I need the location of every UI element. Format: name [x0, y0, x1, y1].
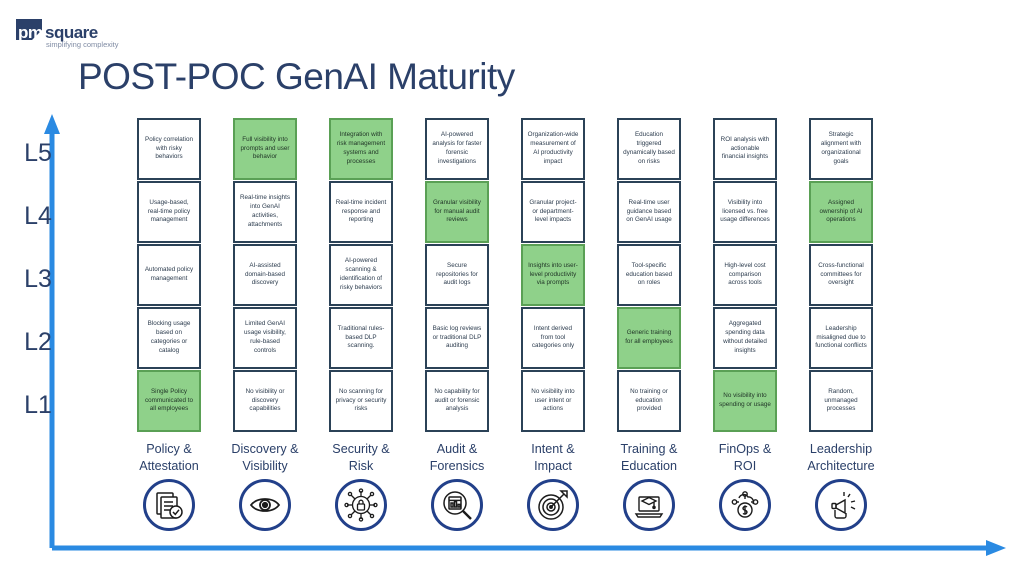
eye-icon	[239, 479, 291, 531]
maturity-cell-l2-col2[interactable]: Limited GenAI usage visibility, rule-bas…	[233, 307, 297, 369]
column-header-line2: Architecture	[807, 458, 875, 473]
maturity-cell-text: Traditional rules-based DLP scanning.	[337, 324, 385, 350]
maturity-cell-text: Intent derived from tool categories only	[531, 324, 575, 350]
maturity-cell-l2-col8[interactable]: Leadership misaligned due to functional …	[809, 307, 873, 369]
maturity-cell-l4-col3[interactable]: Real-time incident response and reportin…	[329, 181, 393, 243]
maturity-cell-text: Insights into user-level productivity vi…	[528, 261, 578, 287]
maturity-cell-text: Basic log reviews or traditional DLP aud…	[432, 324, 482, 350]
document-check-icon	[143, 479, 195, 531]
maturity-cell-text: ROI analysis with actionable financial i…	[720, 135, 770, 161]
maturity-cell-l3-col8[interactable]: Cross-functional committees for oversigh…	[809, 244, 873, 306]
maturity-cell-text: Full visibility into prompts and user be…	[240, 135, 290, 161]
maturity-cell-text: Integration with risk management systems…	[336, 131, 386, 165]
maturity-cell-l5-col6[interactable]: Education triggered dynamically based on…	[617, 118, 681, 180]
maturity-cell-l2-col5[interactable]: Intent derived from tool categories only	[521, 307, 585, 369]
maturity-cell-l1-col8[interactable]: Random, unmanaged processes	[809, 370, 873, 432]
maturity-cell-text: Granular visibility for manual audit rev…	[433, 198, 481, 224]
maturity-cell-text: Limited GenAI usage visibility, rule-bas…	[244, 320, 286, 354]
maturity-cell-l1-col5[interactable]: No visibility into user intent or action…	[521, 370, 585, 432]
lock-network-icon	[335, 479, 387, 531]
maturity-cell-text: Real-time incident response and reportin…	[335, 198, 387, 224]
maturity-cell-l4-col5[interactable]: Granular project- or department-level im…	[521, 181, 585, 243]
maturity-cell-text: No capability for audit or forensic anal…	[434, 387, 480, 413]
maturity-cell-l1-col7[interactable]: No visibility into spending or usage	[713, 370, 777, 432]
maturity-cell-l5-col1[interactable]: Policy correlation with risky behaviors	[137, 118, 201, 180]
maturity-cell-l3-col5[interactable]: Insights into user-level productivity vi…	[521, 244, 585, 306]
maturity-cell-text: No training or education provided	[630, 387, 668, 413]
maturity-cell-l2-col4[interactable]: Basic log reviews or traditional DLP aud…	[425, 307, 489, 369]
maturity-cell-text: Policy correlation with risky behaviors	[145, 135, 193, 161]
magnifier-report-icon	[431, 479, 483, 531]
maturity-cell-text: Strategic alignment with organizational …	[820, 131, 862, 165]
maturity-cell-text: No visibility into spending or usage	[719, 392, 771, 408]
maturity-cell-l4-col1[interactable]: Usage-based, real-time policy management	[137, 181, 201, 243]
maturity-cell-l4-col6[interactable]: Real-time user guidance based on GenAI u…	[617, 181, 681, 243]
maturity-cell-l2-col3[interactable]: Traditional rules-based DLP scanning.	[329, 307, 393, 369]
maturity-cell-l5-col3[interactable]: Integration with risk management systems…	[329, 118, 393, 180]
maturity-cell-text: Granular project- or department-level im…	[529, 198, 577, 224]
maturity-cell-l2-col1[interactable]: Blocking usage based on categories or ca…	[137, 307, 201, 369]
laptop-graduation-icon	[623, 479, 675, 531]
maturity-cell-text: AI-assisted domain-based discovery	[245, 261, 285, 287]
maturity-cell-l3-col1[interactable]: Automated policy management	[137, 244, 201, 306]
maturity-cell-l5-col8[interactable]: Strategic alignment with organizational …	[809, 118, 873, 180]
maturity-cell-text: Leadership misaligned due to functional …	[815, 324, 867, 350]
maturity-cell-l1-col2[interactable]: No visibility or discovery capabilities	[233, 370, 297, 432]
maturity-cell-text: Secure repositories for audit logs	[436, 261, 478, 287]
maturity-cell-text: Real-time user guidance based on GenAI u…	[626, 198, 672, 224]
maturity-cell-text: Tool-specific education based on roles	[625, 261, 673, 287]
maturity-cell-l5-col7[interactable]: ROI analysis with actionable financial i…	[713, 118, 777, 180]
maturity-cell-l5-col5[interactable]: Organization-wide measurement of AI prod…	[521, 118, 585, 180]
maturity-cell-text: Blocking usage based on categories or ca…	[147, 320, 191, 354]
maturity-cell-l4-col4[interactable]: Granular visibility for manual audit rev…	[425, 181, 489, 243]
maturity-cell-l3-col7[interactable]: High-level cost comparison across tools	[713, 244, 777, 306]
maturity-cell-l3-col4[interactable]: Secure repositories for audit logs	[425, 244, 489, 306]
maturity-cell-l3-col6[interactable]: Tool-specific education based on roles	[617, 244, 681, 306]
maturity-cell-text: Cross-functional committees for oversigh…	[818, 261, 864, 287]
maturity-cell-text: Automated policy management	[144, 266, 194, 282]
maturity-cell-l2-col7[interactable]: Aggregated spending data without detaile…	[713, 307, 777, 369]
maturity-cell-text: Aggregated spending data without detaile…	[723, 320, 767, 354]
maturity-cell-l1-col4[interactable]: No capability for audit or forensic anal…	[425, 370, 489, 432]
maturity-cell-l4-col2[interactable]: Real-time insights into GenAI activities…	[233, 181, 297, 243]
maturity-cell-text: Assigned ownership of AI operations	[819, 198, 863, 224]
maturity-cell-l3-col3[interactable]: AI-powered scanning & identification of …	[329, 244, 393, 306]
maturity-cell-l5-col4[interactable]: AI-powered analysis for faster forensic …	[425, 118, 489, 180]
maturity-cell-text: Generic training for all employees	[625, 329, 673, 345]
maturity-cell-text: Single Policy communicated to all employ…	[145, 387, 193, 413]
maturity-cell-text: AI-powered scanning & identification of …	[339, 257, 382, 291]
maturity-cell-l1-col3[interactable]: No scanning for privacy or security risk…	[329, 370, 393, 432]
maturity-cell-l5-col2[interactable]: Full visibility into prompts and user be…	[233, 118, 297, 180]
column-header-8: Leadership Architecture	[779, 441, 903, 474]
dollar-network-icon	[719, 479, 771, 531]
target-dart-icon	[527, 479, 579, 531]
maturity-cell-l1-col6[interactable]: No training or education provided	[617, 370, 681, 432]
maturity-cell-text: No scanning for privacy or security risk…	[335, 387, 387, 413]
column-header-line1: Leadership	[809, 442, 873, 456]
maturity-cell-text: AI-powered analysis for faster forensic …	[432, 131, 482, 165]
maturity-cell-text: No visibility or discovery capabilities	[245, 387, 285, 413]
maturity-cell-text: High-level cost comparison across tools	[724, 261, 766, 287]
maturity-cell-l3-col2[interactable]: AI-assisted domain-based discovery	[233, 244, 297, 306]
maturity-cell-l2-col6[interactable]: Generic training for all employees	[617, 307, 681, 369]
maturity-cell-text: Real-time insights into GenAI activities…	[239, 194, 291, 228]
maturity-cell-text: Random, unmanaged processes	[824, 387, 858, 413]
maturity-cell-text: Usage-based, real-time policy management	[147, 198, 191, 224]
maturity-cell-text: Visibility into licensed vs. free usage …	[720, 198, 770, 224]
maturity-cell-l1-col1[interactable]: Single Policy communicated to all employ…	[137, 370, 201, 432]
maturity-cell-text: Organization-wide measurement of AI prod…	[527, 131, 579, 165]
megaphone-hand-icon	[815, 479, 867, 531]
maturity-cell-text: Education triggered dynamically based on…	[623, 131, 675, 165]
maturity-cell-text: No visibility into user intent or action…	[531, 387, 575, 413]
maturity-cell-l4-col7[interactable]: Visibility into licensed vs. free usage …	[713, 181, 777, 243]
maturity-cell-l4-col8[interactable]: Assigned ownership of AI operations	[809, 181, 873, 243]
